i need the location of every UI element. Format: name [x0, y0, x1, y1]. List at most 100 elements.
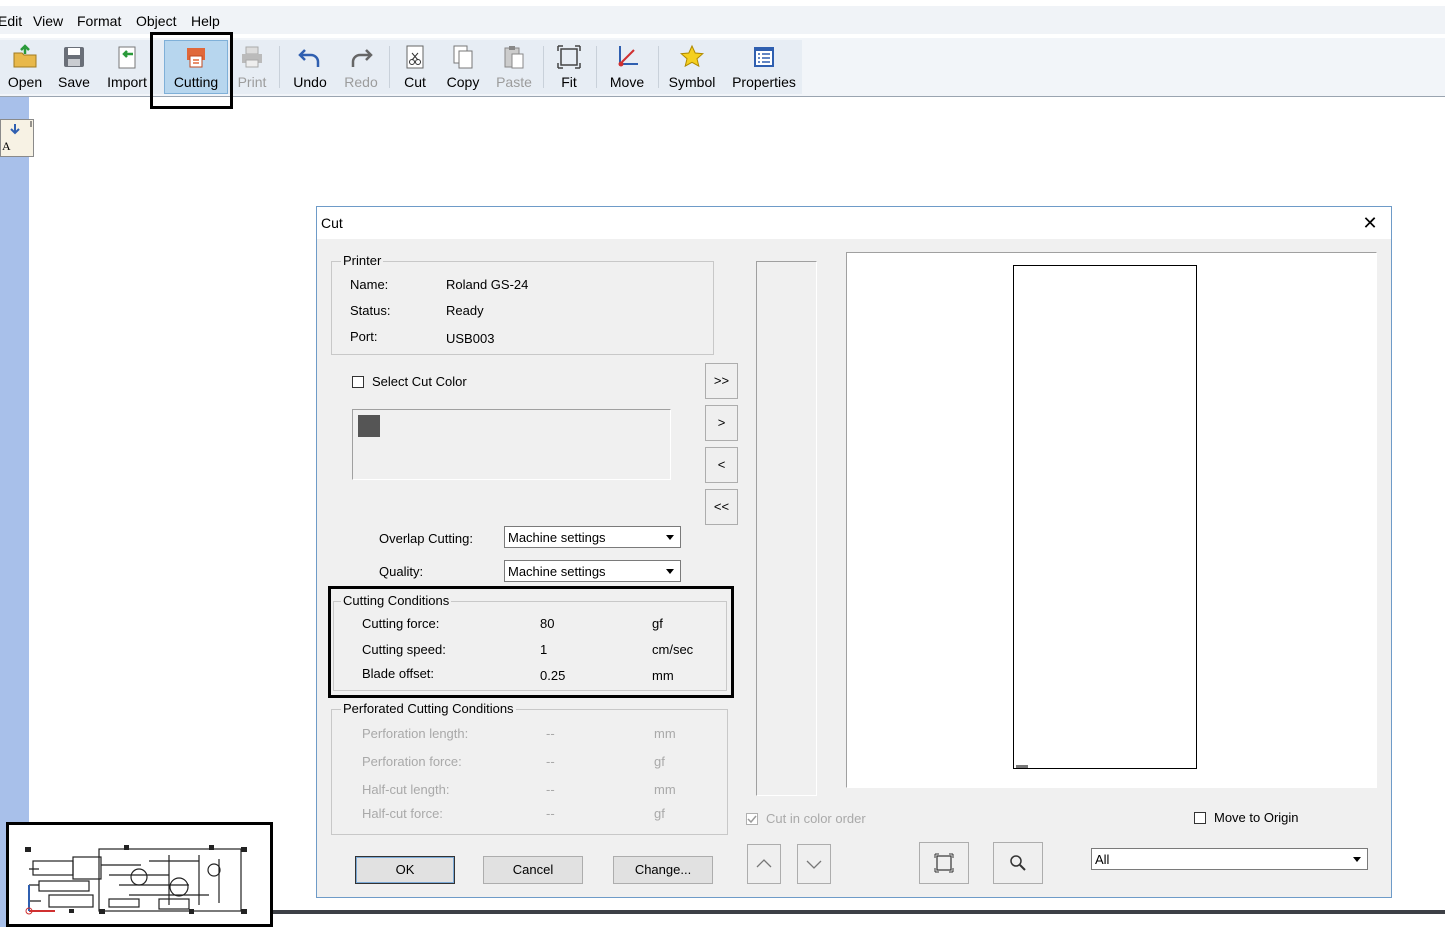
- move-down-button[interactable]: [797, 844, 831, 884]
- fit-button[interactable]: Fit: [552, 38, 586, 94]
- printer-name-label: Name:: [350, 277, 389, 292]
- copy-button[interactable]: Copy: [442, 38, 484, 94]
- copy-documents-icon: [453, 45, 473, 69]
- redo-button[interactable]: Redo: [342, 38, 380, 94]
- move-to-origin-label: Move to Origin: [1214, 810, 1299, 825]
- move-up-button[interactable]: [747, 844, 781, 884]
- menu-view[interactable]: View: [33, 13, 63, 29]
- canvas-border-line: [270, 910, 1445, 914]
- fit-to-window-icon: [557, 45, 581, 69]
- cut-preview-area[interactable]: [846, 252, 1377, 788]
- save-disk-icon: [64, 47, 84, 67]
- paste-button[interactable]: Paste: [494, 38, 534, 94]
- move-all-left-button[interactable]: <<: [705, 489, 738, 525]
- perforation-length-unit: mm: [654, 726, 676, 741]
- half-cut-force-value: --: [546, 806, 555, 821]
- select-cut-color-label: Select Cut Color: [372, 374, 467, 389]
- svg-text:A: A: [2, 139, 11, 153]
- perforation-force-value: --: [546, 754, 555, 769]
- move-left-button[interactable]: <: [705, 447, 738, 483]
- perforated-conditions-group: Perforated Cutting Conditions Perforatio…: [331, 701, 728, 835]
- cut-dialog: Cut ✕ Printer Name: Roland GS-24 Status:…: [316, 206, 1392, 898]
- print-button[interactable]: Print: [234, 38, 270, 94]
- menu-help[interactable]: Help: [191, 13, 220, 29]
- printer-port-value: USB003: [446, 331, 495, 346]
- view-filter-select[interactable]: All: [1091, 848, 1368, 870]
- fit-frame-icon: [934, 853, 954, 873]
- design-marker: [1016, 765, 1028, 768]
- printer-icon: [242, 46, 262, 68]
- clipboard-paste-icon: [504, 46, 524, 69]
- cut-button[interactable]: Cut: [398, 38, 432, 94]
- properties-list-icon: [754, 47, 774, 67]
- mini-tool-palette[interactable]: A: [0, 119, 34, 157]
- save-button[interactable]: Save: [54, 38, 94, 94]
- toolbar-separator: [543, 46, 544, 88]
- ok-button[interactable]: OK: [355, 856, 455, 884]
- toolbar-separator: [658, 46, 659, 88]
- perforated-conditions-title: Perforated Cutting Conditions: [341, 701, 516, 716]
- close-icon[interactable]: ✕: [1357, 212, 1383, 234]
- cancel-button[interactable]: Cancel: [483, 856, 583, 884]
- move-right-button[interactable]: >: [705, 405, 738, 441]
- printer-status-label: Status:: [350, 303, 391, 318]
- overlap-cutting-value: Machine settings: [508, 530, 606, 545]
- perforation-force-label: Perforation force:: [362, 754, 462, 769]
- magnifier-icon: [1010, 855, 1026, 871]
- media-sheet-outline: [1013, 265, 1197, 769]
- half-cut-force-label: Half-cut force:: [362, 806, 443, 821]
- quality-value: Machine settings: [508, 564, 606, 579]
- move-to-origin-icon: [618, 46, 638, 67]
- printer-group-title: Printer: [341, 253, 384, 268]
- undo-button[interactable]: Undo: [290, 38, 330, 94]
- overlap-cutting-select[interactable]: Machine settings: [504, 526, 681, 548]
- color-swatch[interactable]: [358, 415, 380, 437]
- checkmark-icon: [747, 815, 757, 824]
- workspace-ruler-strip: [0, 97, 29, 927]
- chevron-down-icon: [806, 860, 822, 869]
- open-button[interactable]: Open: [4, 38, 46, 94]
- zoom-button[interactable]: [993, 842, 1043, 884]
- cut-color-list[interactable]: [352, 409, 671, 480]
- move-button[interactable]: Move: [604, 38, 650, 94]
- change-button[interactable]: Change...: [613, 856, 713, 884]
- toolbar-separator: [279, 46, 280, 88]
- quality-label: Quality:: [379, 564, 424, 579]
- menu-object[interactable]: Object: [136, 13, 176, 29]
- overlap-cutting-label: Overlap Cutting:: [379, 531, 473, 546]
- half-cut-length-unit: mm: [654, 782, 676, 797]
- cutting-conditions-highlight-frame: [328, 586, 734, 698]
- printer-group: Printer Name: Roland GS-24 Status: Ready…: [331, 253, 714, 355]
- import-icon: [118, 46, 136, 69]
- select-cut-color-checkbox[interactable]: [352, 376, 364, 388]
- chevron-up-icon: [756, 859, 772, 868]
- properties-button[interactable]: Properties: [728, 38, 800, 94]
- perforation-length-label: Perforation length:: [362, 726, 469, 741]
- menu-edit[interactable]: Edit: [0, 13, 22, 29]
- open-folder-icon: [13, 44, 37, 68]
- symbol-button[interactable]: Symbol: [666, 38, 718, 94]
- fit-view-button[interactable]: [919, 842, 969, 884]
- quality-select[interactable]: Machine settings: [504, 560, 681, 582]
- star-icon: [679, 44, 705, 68]
- half-cut-force-unit: gf: [654, 806, 665, 821]
- dialog-titlebar: Cut ✕: [317, 207, 1391, 239]
- half-cut-length-label: Half-cut length:: [362, 782, 450, 797]
- printer-name-value: Roland GS-24: [446, 277, 529, 292]
- perforation-length-value: --: [546, 726, 555, 741]
- view-filter-value: All: [1095, 852, 1110, 867]
- thumbnail-preview[interactable]: [6, 822, 273, 927]
- redo-arrow-icon: [351, 49, 373, 67]
- dialog-title: Cut: [321, 215, 343, 231]
- printer-status-value: Ready: [446, 303, 484, 318]
- printer-port-label: Port:: [350, 329, 378, 344]
- chevron-down-icon: [1348, 850, 1366, 868]
- menu-format[interactable]: Format: [77, 13, 121, 29]
- move-to-origin-checkbox[interactable]: [1194, 812, 1206, 824]
- import-button[interactable]: Import: [104, 38, 150, 94]
- selected-color-list[interactable]: [756, 261, 817, 796]
- undo-arrow-icon: [298, 49, 320, 67]
- cut-in-color-order-checkbox[interactable]: [746, 813, 758, 825]
- toolbar-separator: [596, 46, 597, 88]
- move-all-right-button[interactable]: >>: [705, 363, 738, 399]
